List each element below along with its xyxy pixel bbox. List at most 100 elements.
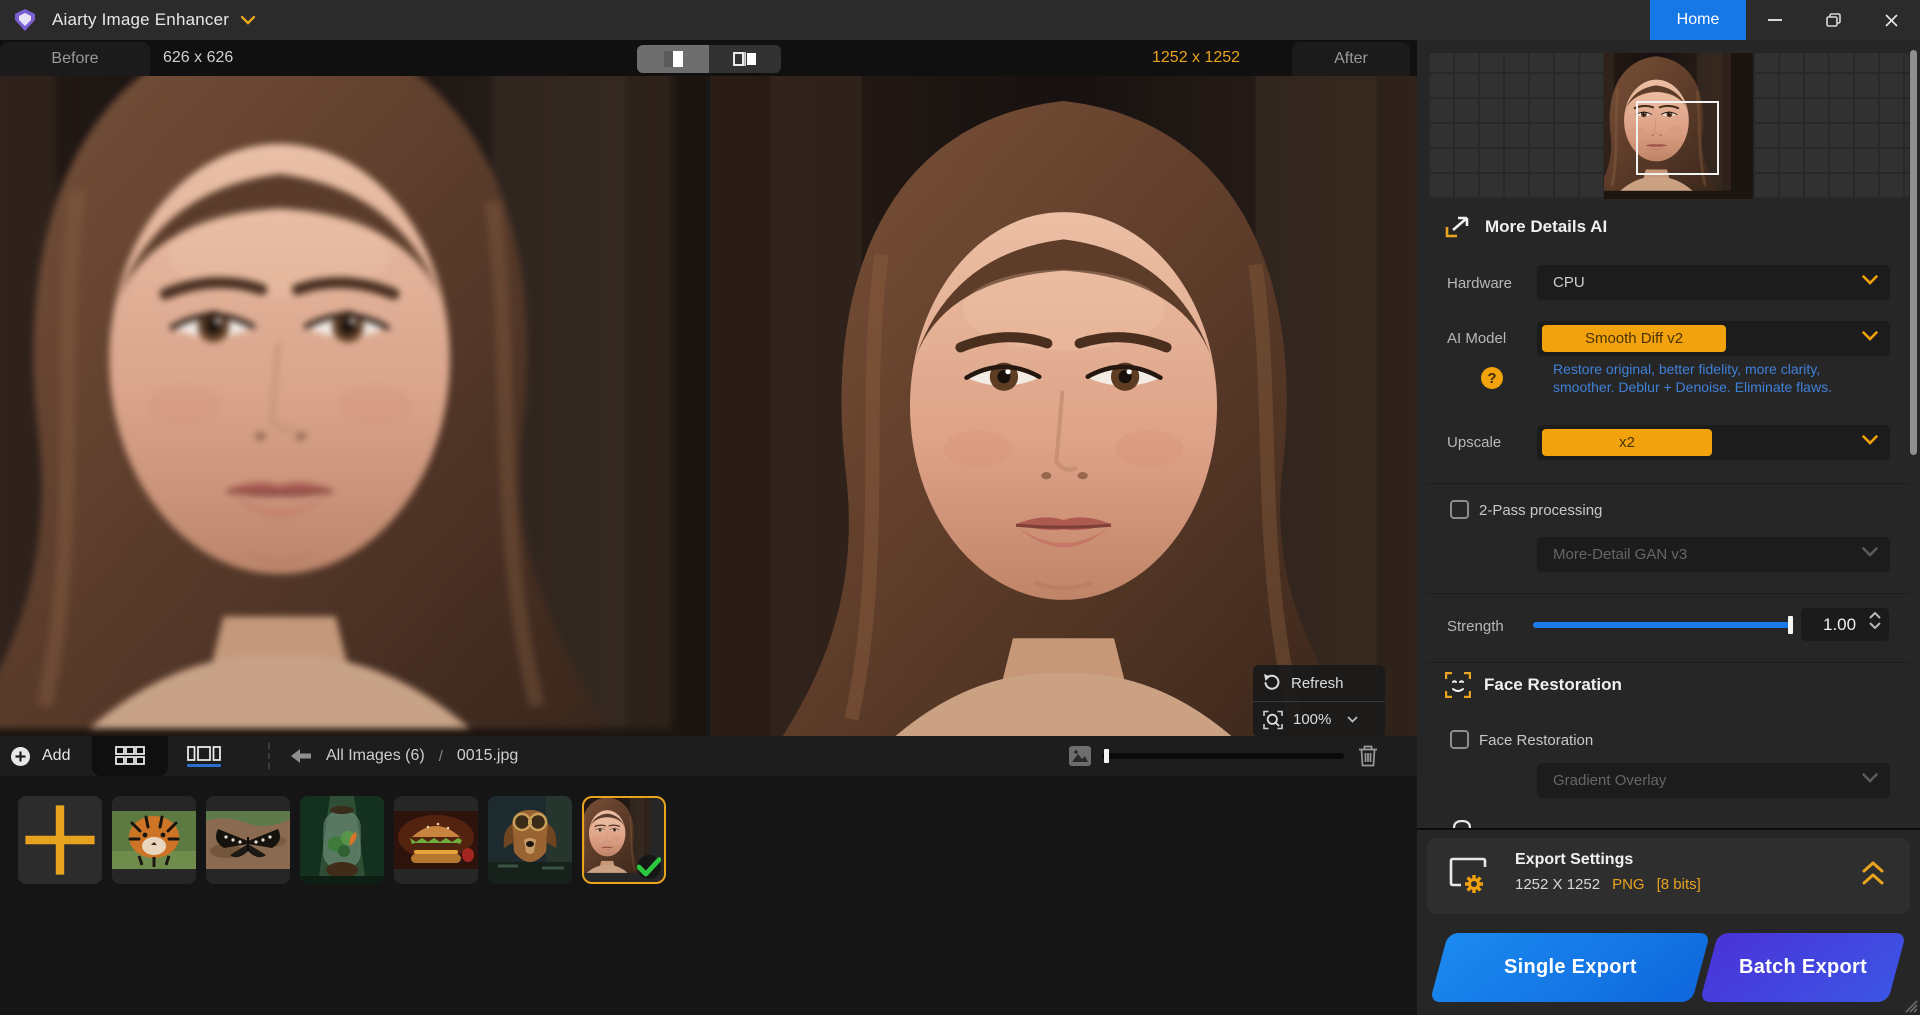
- app-title: Aiarty Image Enhancer: [52, 10, 229, 30]
- upscale-dropdown[interactable]: x2: [1537, 425, 1890, 460]
- thumbnail-portrait-selected[interactable]: [582, 796, 666, 884]
- compare-split-handle[interactable]: [706, 76, 710, 736]
- add-image-button[interactable]: Add: [10, 736, 70, 776]
- zoom-chevron-icon: [1347, 716, 1358, 723]
- strength-slider-thumb[interactable]: [1788, 616, 1793, 634]
- export-size: 1252 X 1252: [1515, 876, 1600, 893]
- next-section-icon-partial: [1453, 820, 1471, 828]
- compare-mode-toggle: [637, 45, 781, 73]
- chevron-down-icon: [1862, 547, 1878, 557]
- thumbnail-size-slider[interactable]: [1102, 753, 1344, 759]
- face-model-dropdown: Gradient Overlay: [1537, 763, 1890, 798]
- delete-image-button[interactable]: [1358, 745, 1378, 767]
- export-settings-title: Export Settings: [1515, 851, 1633, 869]
- thumbnail-steampunk-dog[interactable]: [488, 796, 572, 884]
- chevron-down-icon: [1862, 275, 1878, 285]
- chevron-down-icon: [1862, 331, 1878, 341]
- app-logo-icon: [12, 8, 38, 32]
- export-settings-summary: 1252 X 1252 PNG [8 bits]: [1515, 876, 1701, 893]
- panel-scrollbar[interactable]: [1910, 50, 1917, 455]
- tiger-photo: [112, 811, 196, 869]
- export-settings-card[interactable]: Export Settings 1252 X 1252 PNG [8 bits]: [1427, 838, 1910, 914]
- image-size-icon: [1068, 745, 1092, 767]
- filmstrip-view-button[interactable]: [176, 736, 232, 776]
- add-image-tile[interactable]: [18, 796, 102, 884]
- before-image-pane: [0, 76, 707, 736]
- ai-model-help-icon[interactable]: ?: [1481, 367, 1503, 389]
- single-export-button[interactable]: Single Export: [1430, 933, 1710, 1002]
- navigator-preview: [1428, 53, 1909, 199]
- toolbar-divider: [268, 743, 270, 769]
- hardware-value: CPU: [1553, 274, 1585, 291]
- batch-export-label: Batch Export: [1739, 956, 1867, 979]
- home-button[interactable]: Home: [1650, 0, 1746, 40]
- thumbnail-butterfly[interactable]: [206, 796, 290, 884]
- viewer-controls-overlay: Refresh 100%: [1253, 665, 1385, 736]
- section-divider: [1427, 483, 1910, 484]
- window-resize-grip[interactable]: [1900, 995, 1918, 1013]
- section-divider: [1427, 662, 1910, 663]
- grid-view-button[interactable]: [92, 736, 168, 776]
- hardware-dropdown[interactable]: CPU: [1537, 265, 1890, 300]
- tab-after[interactable]: After: [1292, 42, 1410, 76]
- add-label: Add: [42, 747, 70, 765]
- after-image-pane: [710, 76, 1417, 736]
- ai-model-description-line2: smoother. Deblur + Denoise. Eliminate fl…: [1553, 379, 1832, 395]
- thumbnail-tiger[interactable]: [112, 796, 196, 884]
- thumbnail-terrarium[interactable]: [300, 796, 384, 884]
- strength-slider[interactable]: [1533, 622, 1793, 628]
- batch-export-button[interactable]: Batch Export: [1700, 933, 1906, 1002]
- thumbnail-size-slider-thumb[interactable]: [1104, 749, 1109, 763]
- two-pass-checkbox[interactable]: [1450, 500, 1469, 519]
- close-icon: [1885, 14, 1898, 27]
- restore-button[interactable]: [1804, 0, 1862, 40]
- face-restoration-label: Face Restoration: [1479, 732, 1593, 749]
- ai-model-value: Smooth Diff v2: [1542, 325, 1726, 352]
- more-details-ai-title: More Details AI: [1485, 217, 1607, 237]
- chevron-down-icon: [1862, 435, 1878, 445]
- face-restoration-title: Face Restoration: [1484, 675, 1622, 695]
- side-by-side-view-icon: [733, 51, 757, 67]
- zoom-level-control[interactable]: 100%: [1253, 701, 1385, 736]
- two-pass-model-value: More-Detail GAN v3: [1553, 546, 1687, 563]
- chevron-down-icon: [1862, 773, 1878, 783]
- all-images-link[interactable]: All Images (6): [326, 747, 425, 765]
- two-pass-model-dropdown: More-Detail GAN v3: [1537, 537, 1890, 572]
- restore-icon: [1826, 13, 1841, 27]
- export-section-divider: [1417, 828, 1920, 830]
- close-button[interactable]: [1862, 0, 1920, 40]
- before-portrait-image: [0, 76, 707, 736]
- export-format: PNG: [1612, 876, 1645, 893]
- app-menu-chevron-icon[interactable]: [241, 16, 255, 25]
- refresh-button[interactable]: Refresh: [1253, 665, 1385, 701]
- spinner-up-icon[interactable]: [1869, 612, 1881, 619]
- plus-icon: [18, 796, 102, 884]
- compare-viewer: Refresh 100%: [0, 76, 1417, 736]
- before-size-label: 626 x 626: [163, 40, 233, 76]
- side-by-side-view-button[interactable]: [709, 45, 781, 73]
- filmstrip-active-indicator: [187, 764, 221, 767]
- export-bit-depth: [8 bits]: [1657, 876, 1701, 893]
- strength-value-box[interactable]: 1.00: [1801, 608, 1889, 641]
- butterfly-photo: [206, 811, 290, 869]
- collapse-chevron-icon[interactable]: [1862, 860, 1884, 886]
- spinner-down-icon[interactable]: [1869, 622, 1881, 629]
- more-details-ai-header: More Details AI: [1445, 215, 1607, 239]
- grid-view-icon: [115, 746, 145, 766]
- ai-model-dropdown[interactable]: Smooth Diff v2: [1537, 321, 1890, 356]
- face-restoration-checkbox[interactable]: [1450, 730, 1469, 749]
- current-file-label: 0015.jpg: [457, 747, 518, 765]
- settings-panel: More Details AI Hardware CPU AI Model Sm…: [1417, 40, 1920, 1015]
- app-window: Aiarty Image Enhancer Home Before 626 x …: [0, 0, 1920, 1015]
- terrarium-photo: [300, 796, 384, 884]
- split-view-button[interactable]: [637, 45, 709, 73]
- minimize-button[interactable]: [1746, 0, 1804, 40]
- tab-before[interactable]: Before: [0, 42, 150, 76]
- after-portrait-image: [710, 76, 1417, 736]
- strength-spinner: [1869, 612, 1881, 629]
- back-arrow-icon[interactable]: [290, 748, 312, 764]
- face-restoration-icon: [1445, 672, 1471, 698]
- thumbnail-burger[interactable]: [394, 796, 478, 884]
- after-size-label: 1252 x 1252: [1152, 40, 1240, 76]
- workspace: Before 626 x 626 1252 x 1252: [0, 40, 1417, 1015]
